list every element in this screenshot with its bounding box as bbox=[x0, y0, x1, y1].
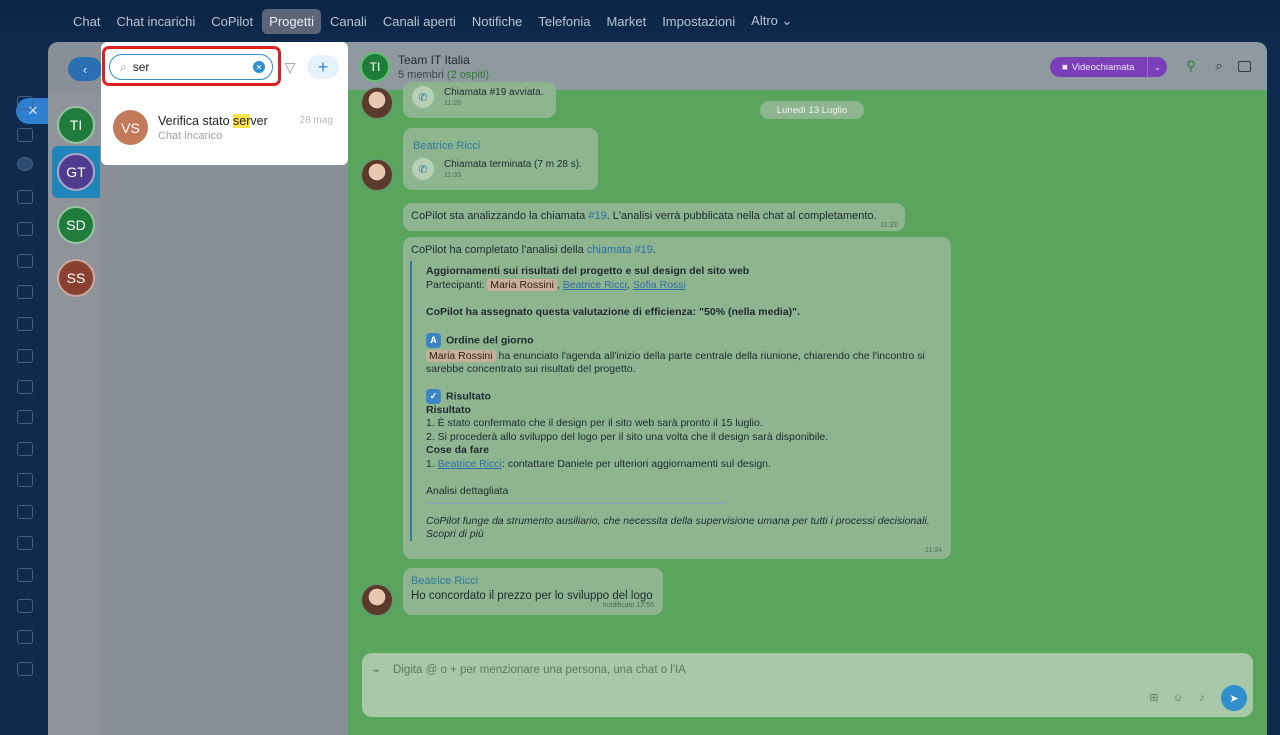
mention[interactable]: Beatrice Ricci bbox=[438, 458, 502, 470]
app-icon-rail: ✕ bbox=[0, 42, 50, 735]
chat-title[interactable]: Team IT Italia bbox=[398, 53, 470, 67]
chevron-down-icon[interactable]: ⌄ bbox=[1147, 57, 1167, 77]
nav-market[interactable]: Market bbox=[599, 9, 653, 34]
inbox-icon[interactable] bbox=[17, 349, 33, 363]
chat-avatar[interactable]: TI bbox=[360, 52, 390, 82]
shop-icon[interactable] bbox=[17, 473, 33, 487]
mention[interactable]: Maria Rossini bbox=[426, 349, 496, 362]
avatar[interactable] bbox=[361, 87, 393, 119]
phone-icon: ✆ bbox=[412, 158, 434, 180]
microphone-icon[interactable]: ♪ bbox=[1195, 691, 1209, 705]
chat-members[interactable]: 5 membri (2 ospiti) bbox=[398, 69, 489, 81]
result-title: Verifica stato server bbox=[158, 114, 268, 128]
call-started-message: ✆ Chiamata #19 avviata. 11:26 bbox=[403, 82, 556, 118]
project-avatar[interactable]: TI bbox=[57, 106, 95, 144]
nav-altro[interactable]: Altro ⌄ bbox=[744, 8, 799, 34]
nav-notifiche[interactable]: Notifiche bbox=[465, 9, 530, 34]
search-icon[interactable]: ⌕ bbox=[1212, 59, 1226, 73]
filter-icon[interactable]: ▽ bbox=[282, 59, 298, 75]
add-chat-button[interactable]: + bbox=[307, 55, 339, 79]
nav-impostazioni[interactable]: Impostazioni bbox=[655, 9, 742, 34]
apps-icon[interactable]: ⊞ bbox=[1147, 691, 1161, 705]
nav-canali-aperti[interactable]: Canali aperti bbox=[376, 9, 463, 34]
board-icon[interactable] bbox=[17, 285, 33, 299]
chat-area: TI Team IT Italia 5 membri (2 ospiti) ■ … bbox=[348, 42, 1267, 735]
project-avatar[interactable]: SD bbox=[57, 206, 95, 244]
result-date: 28 mag bbox=[299, 115, 333, 126]
monitor-icon[interactable] bbox=[17, 505, 33, 519]
attach-icon[interactable]: ⌁ bbox=[373, 664, 380, 677]
detailed-analysis-link[interactable]: Analisi dettagliata bbox=[426, 485, 726, 504]
file-icon[interactable] bbox=[17, 317, 33, 331]
nav-canali[interactable]: Canali bbox=[323, 9, 374, 34]
mail-icon[interactable] bbox=[17, 380, 33, 394]
chat-icon[interactable] bbox=[17, 96, 33, 110]
tasks-icon[interactable] bbox=[17, 128, 33, 142]
message-input-placeholder: Digita @ o + per menzionare una persona,… bbox=[393, 664, 686, 676]
result-subtitle: Chat incarico bbox=[158, 130, 223, 142]
send-button[interactable]: ➤ bbox=[1221, 685, 1247, 711]
analysis-quote: Aggiornamenti sui risultati del progetto… bbox=[410, 261, 942, 541]
document-icon[interactable] bbox=[17, 222, 33, 236]
mention[interactable]: Maria Rossini bbox=[487, 278, 557, 291]
sidebar-toggle-icon[interactable] bbox=[1238, 61, 1251, 72]
mention[interactable]: Sofia Rossi bbox=[633, 279, 686, 291]
call-link[interactable]: #19 bbox=[588, 210, 606, 222]
users-icon[interactable] bbox=[17, 536, 33, 550]
agenda-icon: A bbox=[426, 332, 441, 348]
call-ended-message: Beatrice Ricci ✆ Chiamata terminata (7 m… bbox=[403, 128, 598, 190]
message-input[interactable]: ⌁ Digita @ o + per menzionare una person… bbox=[362, 653, 1253, 717]
back-button[interactable]: ‹ bbox=[68, 57, 102, 81]
projects-icon[interactable] bbox=[17, 157, 33, 171]
avatar[interactable] bbox=[361, 159, 393, 191]
add-user-icon[interactable]: ⚲ bbox=[1184, 59, 1198, 73]
project-avatar[interactable]: SS bbox=[57, 259, 95, 297]
camera-icon: ■ bbox=[1062, 61, 1068, 73]
video-call-button[interactable]: ■ Videochiamata ⌄ bbox=[1050, 57, 1167, 77]
call-link[interactable]: chiamata #19 bbox=[587, 244, 653, 256]
mention[interactable]: Beatrice Ricci bbox=[563, 279, 627, 291]
calendar-icon[interactable] bbox=[17, 254, 33, 268]
copilot-analyzing-message: CoPilot sta analizzando la chiamata #19.… bbox=[403, 203, 905, 231]
avatar: VS bbox=[113, 110, 148, 145]
date-separator: Lunedì 13 Luglio bbox=[760, 101, 864, 119]
search-highlight-frame bbox=[102, 46, 281, 86]
filter-funnel-icon[interactable] bbox=[17, 410, 33, 424]
copilot-analysis-message: CoPilot ha completato l'analisi della ch… bbox=[403, 237, 951, 559]
project-avatar-rail: TI GT SD SS bbox=[48, 92, 100, 735]
avatar[interactable] bbox=[361, 584, 393, 616]
chart-icon[interactable] bbox=[17, 630, 33, 644]
nav-telefonia[interactable]: Telefonia bbox=[531, 9, 597, 34]
text-message: Beatrice Ricci Ho concordato il prezzo p… bbox=[403, 568, 663, 615]
book-icon[interactable] bbox=[17, 568, 33, 582]
search-result-item[interactable]: VS Verifica stato server Chat incarico 2… bbox=[101, 102, 348, 154]
result-icon: ✓ bbox=[426, 388, 441, 404]
scan-icon[interactable] bbox=[17, 599, 33, 613]
top-navigation: Chat Chat incarichi CoPilot Progetti Can… bbox=[0, 0, 1280, 42]
phone-icon: ✆ bbox=[412, 86, 434, 108]
nav-chat[interactable]: Chat bbox=[66, 9, 107, 34]
nav-chat-incarichi[interactable]: Chat incarichi bbox=[109, 9, 202, 34]
nav-copilot[interactable]: CoPilot bbox=[204, 9, 260, 34]
nav-progetti[interactable]: Progetti bbox=[262, 8, 321, 34]
help-icon[interactable] bbox=[17, 662, 33, 676]
cart-icon[interactable] bbox=[17, 442, 33, 456]
tag-icon[interactable] bbox=[17, 190, 33, 204]
project-avatar[interactable]: GT bbox=[57, 153, 95, 191]
learn-more-link[interactable]: Scopri di più bbox=[426, 528, 942, 542]
emoji-icon[interactable]: ☺ bbox=[1171, 691, 1185, 705]
